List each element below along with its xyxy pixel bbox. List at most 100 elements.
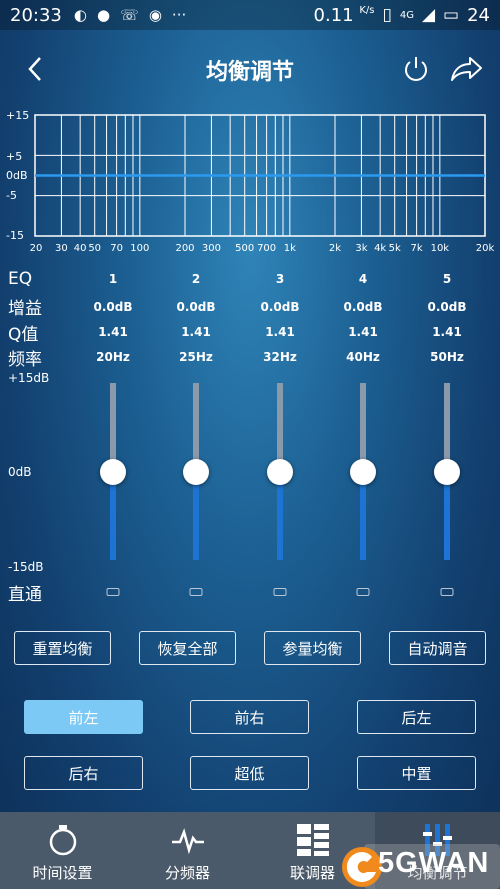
band-number: 2	[191, 272, 201, 286]
x-axis-label: 30	[55, 243, 68, 254]
channel-front-right-button[interactable]: 前右	[190, 700, 309, 734]
signal-type: 4G	[399, 9, 414, 21]
header: 均衡调节	[0, 40, 500, 100]
band-gain: 0.0dB	[176, 300, 216, 314]
y-label-minus15: -15	[6, 229, 24, 242]
x-axis-label: 7k	[410, 243, 423, 254]
share-icon[interactable]	[448, 54, 484, 84]
more-icon: ···	[171, 6, 187, 24]
band-freq: 50Hz	[430, 350, 464, 364]
band-gain: 0.0dB	[260, 300, 300, 314]
bypass-toggle[interactable]	[273, 588, 287, 596]
bypass-toggle[interactable]	[356, 588, 370, 596]
x-axis-label: 500	[235, 243, 255, 254]
band-freq: 25Hz	[179, 350, 213, 364]
band-slider-knob[interactable]	[100, 458, 126, 485]
y-label-plus5: +5	[6, 150, 23, 163]
x-axis-label: 20k	[475, 243, 495, 254]
pulse-icon	[171, 828, 204, 855]
weibo-icon: ◐	[73, 6, 87, 24]
slider-min-label: -15dB	[8, 560, 44, 574]
band-number: 3	[275, 272, 285, 286]
face-app-icon: ◉	[148, 6, 162, 24]
nav-label-crossover: 分频器	[164, 864, 210, 882]
y-label-0db: 0dB	[6, 169, 28, 182]
y-label-minus5: -5	[6, 189, 17, 202]
signal-icon: ◢	[421, 5, 436, 25]
x-axis-label: 20	[29, 243, 43, 254]
nav-label-time-settings: 时间设置	[32, 864, 93, 882]
x-axis-label: 4k	[374, 243, 387, 254]
slider-track-fill	[110, 471, 116, 560]
bypass-toggle[interactable]	[440, 588, 454, 596]
x-axis-label: 5k	[388, 243, 401, 254]
row-label-eq: EQ	[8, 269, 33, 289]
nav-item-time-settings[interactable]: 时间设置	[0, 812, 125, 889]
slider-track-fill	[277, 471, 283, 560]
band-number: 1	[108, 272, 118, 286]
vibrate-icon: ▯	[382, 5, 392, 25]
band-q: 1.41	[181, 325, 211, 339]
slider-mid-label: 0dB	[8, 465, 32, 479]
bypass-toggle[interactable]	[106, 588, 120, 596]
band-slider-knob[interactable]	[350, 458, 376, 485]
band-slider-knob[interactable]	[267, 458, 293, 485]
channel-rear-left-button[interactable]: 后左	[357, 700, 476, 734]
channel-subwoofer-button[interactable]: 超低	[190, 756, 309, 790]
clock: 20:33	[10, 4, 62, 26]
bypass-label: 直通	[8, 585, 42, 605]
x-axis-label: 70	[110, 243, 123, 254]
band-q: 1.41	[265, 325, 295, 339]
x-axis-label: 40	[73, 243, 87, 254]
band-gain: 0.0dB	[343, 300, 383, 314]
notification-icons: ◐ ● ☏ ◉ ···	[74, 6, 186, 24]
band-freq: 20Hz	[96, 350, 130, 364]
slider-max-label: +15dB	[8, 371, 50, 385]
x-axis-label: 700	[257, 243, 277, 254]
channel-front-left-button[interactable]: 前左	[24, 700, 143, 734]
battery-level: 24	[467, 4, 490, 26]
channel-rear-right-button[interactable]: 后右	[24, 756, 143, 790]
band-q: 1.41	[98, 325, 128, 339]
row-label-q: Q值	[8, 325, 39, 345]
band-gain: 0.0dB	[93, 300, 133, 314]
restore-all-button[interactable]: 恢复全部	[139, 631, 236, 665]
x-axis-label: 10k	[430, 243, 450, 254]
x-axis-label: 50	[88, 243, 102, 254]
band-freq: 40Hz	[346, 350, 380, 364]
band-gain: 0.0dB	[427, 300, 467, 314]
battery-icon: ▭	[443, 5, 460, 25]
row-label-freq: 频率	[8, 350, 42, 370]
eq-graph-grid	[34, 114, 486, 237]
x-axis-label: 300	[201, 243, 221, 254]
eq-response-graph: +15 +5 0dB -5 -15 20 30 40 50 70 100 200 300 500…	[0, 105, 500, 260]
parametric-eq-button[interactable]: 参量均衡	[264, 631, 361, 665]
net-speed-value: 0.11	[313, 4, 354, 26]
slider-track-fill	[193, 471, 199, 560]
chat-bubble-icon: ●	[96, 6, 111, 24]
band-q: 1.41	[348, 325, 378, 339]
bypass-toggle[interactable]	[189, 588, 203, 596]
status-bar: 20:33 ◐ ● ☏ ◉ ··· 0.11 K/s ▯ 4G ◢ ▭ 24	[0, 0, 500, 30]
nav-label-linkage: 联调器	[289, 864, 335, 882]
band-number: 4	[358, 272, 368, 286]
y-label-plus15: +15	[6, 109, 30, 122]
slider-track-fill	[444, 471, 450, 560]
channel-center-button[interactable]: 中置	[357, 756, 476, 790]
nav-item-crossover[interactable]: 分频器	[125, 812, 250, 889]
net-speed: 0.11 K/s	[314, 5, 375, 26]
x-axis-label: 100	[130, 243, 150, 254]
x-axis-label: 3k	[355, 243, 368, 254]
power-icon[interactable]	[402, 54, 430, 84]
missed-call-icon: ☏	[120, 6, 139, 24]
net-speed-unit: K/s	[359, 4, 375, 16]
band-q: 1.41	[432, 325, 462, 339]
auto-tune-button[interactable]: 自动调音	[389, 631, 486, 665]
row-label-gain: 增益	[8, 299, 42, 319]
band-freq: 32Hz	[263, 350, 297, 364]
band-slider-knob[interactable]	[434, 458, 460, 485]
band-slider-knob[interactable]	[183, 458, 209, 485]
band-number: 5	[442, 272, 452, 286]
reset-eq-button[interactable]: 重置均衡	[14, 631, 111, 665]
grid-layout-icon	[296, 824, 329, 856]
